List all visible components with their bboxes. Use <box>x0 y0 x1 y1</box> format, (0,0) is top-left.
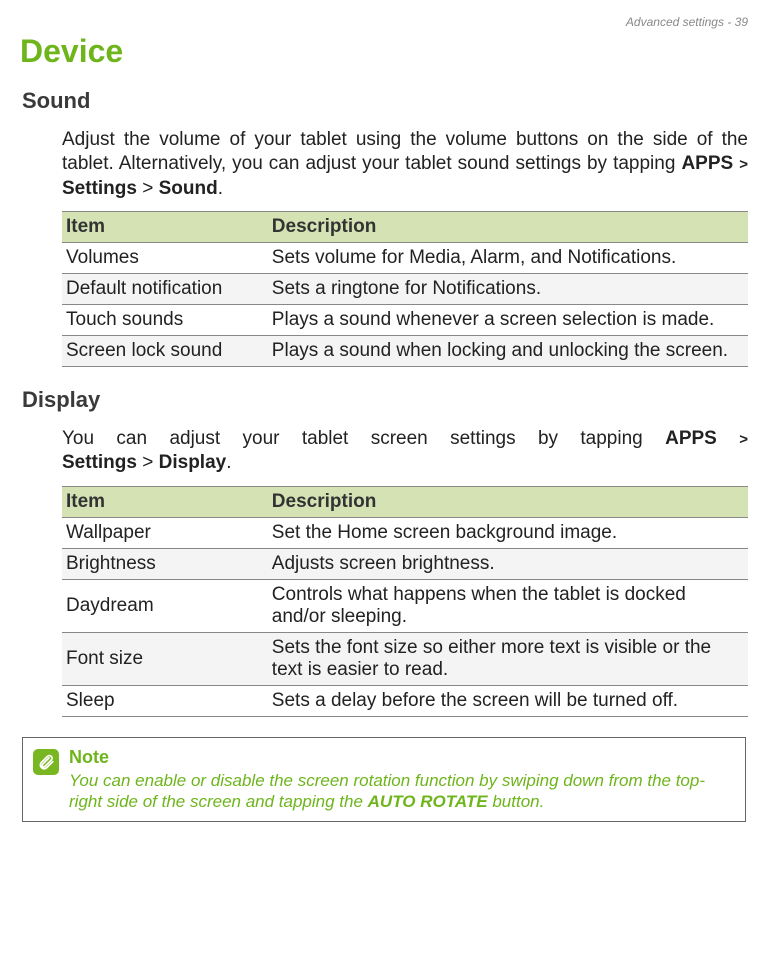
period: . <box>218 178 223 199</box>
cell-desc: Sets volume for Media, Alarm, and Notifi… <box>268 242 748 273</box>
table-row: Screen lock sound Plays a sound when loc… <box>62 335 748 366</box>
display-table: Item Description Wallpaper Set the Home … <box>62 486 748 717</box>
chevron-right-icon: > <box>739 431 748 448</box>
sound-intro: Adjust the volume of your tablet using t… <box>62 128 748 201</box>
table-row: Default notification Sets a ringtone for… <box>62 273 748 304</box>
nav-sound: Sound <box>159 178 218 199</box>
nav-settings: Settings <box>62 452 137 473</box>
cell-desc: Plays a sound when locking and unlocking… <box>268 335 748 366</box>
table-row: Font size Sets the font size so either m… <box>62 632 748 685</box>
cell-desc: Plays a sound whenever a screen selectio… <box>268 304 748 335</box>
display-intro: You can adjust your tablet screen settin… <box>62 427 748 476</box>
section-heading-sound: Sound <box>22 88 748 114</box>
chevron-right-icon: > <box>739 156 748 173</box>
note-bold: AUTO ROTATE <box>368 792 488 811</box>
note-text-post: button. <box>488 792 545 811</box>
cell-item: Touch sounds <box>62 304 268 335</box>
cell-item: Volumes <box>62 242 268 273</box>
note-text: You can enable or disable the screen rot… <box>69 770 735 813</box>
table-row: Wallpaper Set the Home screen background… <box>62 517 748 548</box>
cell-item: Wallpaper <box>62 517 268 548</box>
gt-sep: > <box>142 178 153 199</box>
table-row: Volumes Sets volume for Media, Alarm, an… <box>62 242 748 273</box>
cell-desc: Set the Home screen background image. <box>268 517 748 548</box>
section-heading-display: Display <box>22 387 748 413</box>
cell-desc: Controls what happens when the tablet is… <box>268 579 748 632</box>
paperclip-icon <box>33 749 59 775</box>
table-header-description: Description <box>268 486 748 517</box>
sound-intro-text: Adjust the volume of your tablet using t… <box>62 129 748 174</box>
period: . <box>226 452 231 473</box>
table-row: Brightness Adjusts screen brightness. <box>62 548 748 579</box>
cell-item: Sleep <box>62 685 268 716</box>
cell-desc: Adjusts screen brightness. <box>268 548 748 579</box>
sound-table: Item Description Volumes Sets volume for… <box>62 211 748 367</box>
display-intro-text: You can adjust your tablet screen settin… <box>62 428 665 449</box>
cell-item: Daydream <box>62 579 268 632</box>
display-intro-line1: You can adjust your tablet screen settin… <box>62 428 748 449</box>
gt-sep: > <box>142 452 153 473</box>
nav-settings: Settings <box>62 178 137 199</box>
cell-item: Brightness <box>62 548 268 579</box>
nav-apps: APPS <box>665 428 717 449</box>
cell-item: Font size <box>62 632 268 685</box>
nav-apps: APPS <box>681 153 733 174</box>
note-title: Note <box>69 747 735 768</box>
running-header: Advanced settings - 39 <box>20 15 748 29</box>
page-title: Device <box>20 33 748 70</box>
cell-item: Default notification <box>62 273 268 304</box>
note-content: Note You can enable or disable the scree… <box>69 747 735 813</box>
table-header-item: Item <box>62 486 268 517</box>
note-box: Note You can enable or disable the scree… <box>22 737 746 823</box>
cell-desc: Sets a ringtone for Notifications. <box>268 273 748 304</box>
nav-display: Display <box>159 452 227 473</box>
table-row: Daydream Controls what happens when the … <box>62 579 748 632</box>
cell-desc: Sets the font size so either more text i… <box>268 632 748 685</box>
table-header-description: Description <box>268 211 748 242</box>
table-row: Touch sounds Plays a sound whenever a sc… <box>62 304 748 335</box>
table-row: Sleep Sets a delay before the screen wil… <box>62 685 748 716</box>
cell-desc: Sets a delay before the screen will be t… <box>268 685 748 716</box>
cell-item: Screen lock sound <box>62 335 268 366</box>
table-header-item: Item <box>62 211 268 242</box>
